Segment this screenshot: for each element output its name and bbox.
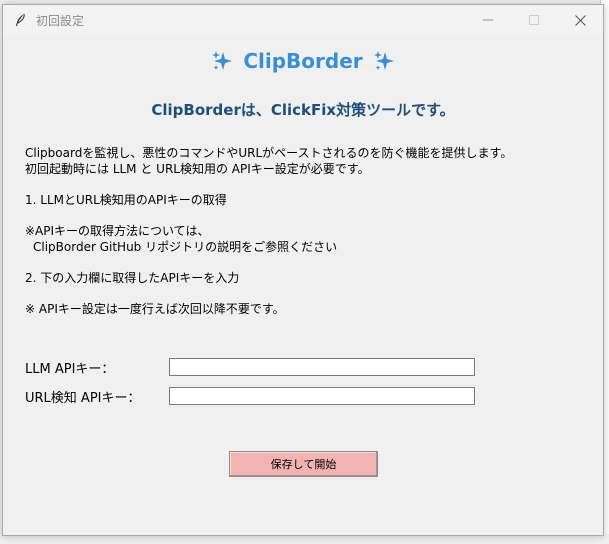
window-controls [465,5,603,35]
url-api-key-row: URL検知 APIキー： [25,386,475,406]
llm-api-key-input[interactable] [169,358,475,376]
close-button[interactable] [557,5,603,35]
window-title: 初回設定 [36,13,85,28]
url-api-key-label: URL検知 APIキー： [25,390,141,406]
minimize-button[interactable] [465,5,511,35]
quill-icon [12,12,28,28]
note-line: ※APIキーの取得方法については、 [25,224,210,238]
title-bar[interactable]: 初回設定 [3,5,603,35]
minimize-icon [483,19,493,21]
instructions: Clipboardを監視し、悪性のコマンドやURLがペーストされるのを防ぐ機能を… [25,145,595,317]
instruction-line: 初回起動時には LLM と URL検知用の APIキー設定が必要です。 [25,162,370,176]
note-line: ※ APIキー設定は一度行えば次回以降不要です。 [25,302,285,316]
sparkles-icon [211,50,233,72]
sparkles-icon [373,50,395,72]
app-title-row: ClipBorder [3,49,603,73]
dialog-content: ClipBorder ClipBorderは、ClickFix対策ツールです。 … [3,35,603,535]
llm-api-key-row: LLM APIキー： [25,357,475,377]
url-api-key-input[interactable] [169,387,475,405]
maximize-button[interactable] [511,5,557,35]
subtitle: ClipBorderは、ClickFix対策ツールです。 [151,101,455,119]
note-line: ClipBorder GitHub リポジトリの説明をご参照ください [33,240,338,254]
llm-api-key-label: LLM APIキー： [25,361,115,377]
setup-dialog: 初回設定 ClipBorder ClipBorderは、ClickFix対策ツー… [2,4,604,536]
maximize-icon [529,15,539,25]
step-1: 1. LLMとURL検知用のAPIキーの取得 [25,193,227,207]
step-2: 2. 下の入力欄に取得したAPIキーを入力 [25,271,240,285]
close-icon [574,14,586,26]
instruction-line: Clipboardを監視し、悪性のコマンドやURLがペーストされるのを防ぐ機能を… [25,146,513,160]
save-and-start-button[interactable]: 保存して開始 [229,451,378,477]
app-title: ClipBorder [243,49,363,73]
